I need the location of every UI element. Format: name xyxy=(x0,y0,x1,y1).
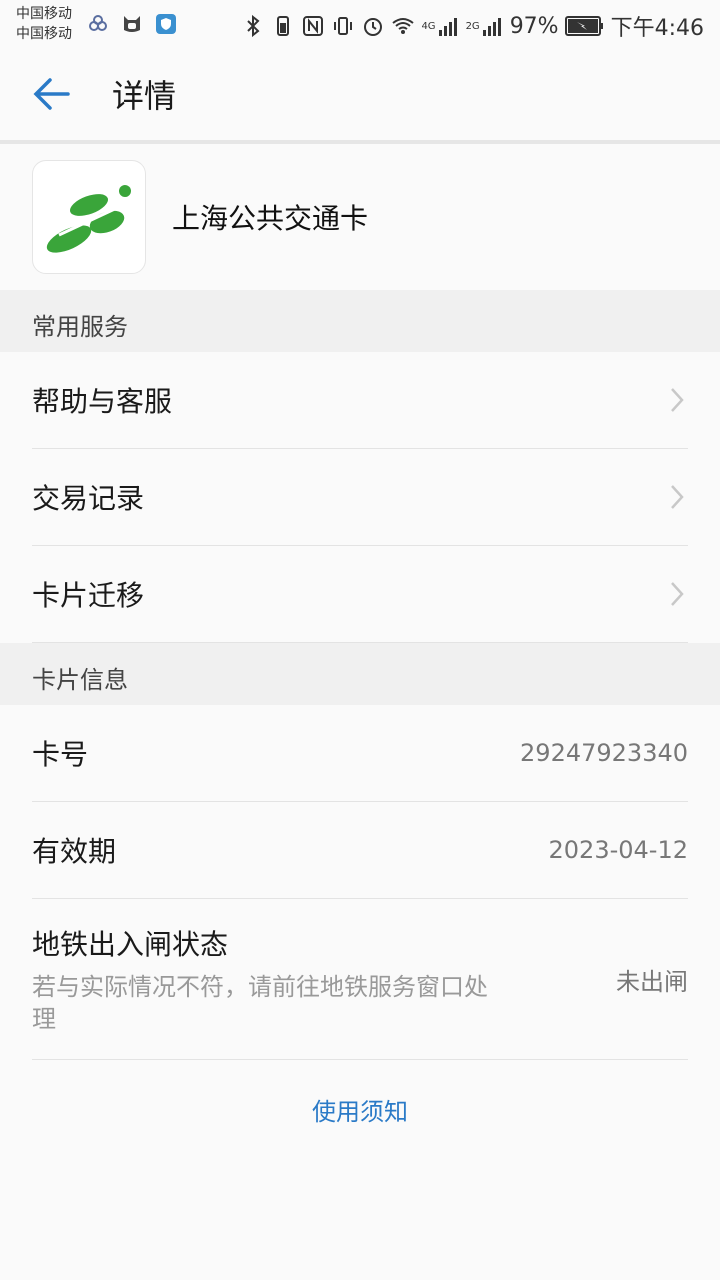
info-row-card-number: 卡号 29247923340 xyxy=(32,705,688,802)
card-name: 上海公共交通卡 xyxy=(172,202,369,235)
usage-notice-link[interactable]: 使用须知 xyxy=(0,1092,720,1127)
alarm-icon xyxy=(364,18,383,36)
signal-icon-2 xyxy=(482,18,501,36)
carrier-info: 中国移动 中国移动 xyxy=(16,4,72,44)
cloud-app-icon xyxy=(89,15,107,31)
card-summary: 上海公共交通卡 xyxy=(0,144,720,290)
network-type-1: 4G xyxy=(421,20,436,32)
chevron-right-icon xyxy=(671,582,684,606)
card-info-list: 卡号 29247923340 有效期 2023-04-12 地铁出入闸状态 若与… xyxy=(0,705,720,1060)
back-arrow-icon xyxy=(33,78,70,110)
carrier-1: 中国移动 xyxy=(16,6,72,22)
shield-app-icon xyxy=(156,14,176,34)
nfc-icon xyxy=(303,16,324,36)
service-label: 帮助与客服 xyxy=(32,385,173,418)
chevron-right-icon xyxy=(671,485,684,509)
bluetooth-icon xyxy=(247,14,260,38)
battery-percent: 97% xyxy=(509,13,559,39)
status-bar: 中国移动 中国移动 4G 2G 97% 下午4:46 xyxy=(0,0,720,48)
card-number-label: 卡号 xyxy=(32,738,89,771)
chevron-right-icon xyxy=(671,388,684,412)
expiry-label: 有效期 xyxy=(32,835,117,868)
info-row-gate-status: 地铁出入闸状态 若与实际情况不符，请前往地铁服务窗口处理 未出闸 xyxy=(32,899,688,1060)
battery-saver-icon xyxy=(277,16,290,36)
service-label: 卡片迁移 xyxy=(32,579,145,612)
section-header-card-info: 卡片信息 xyxy=(0,643,720,705)
battery-charging-icon xyxy=(564,16,603,36)
service-item-card-migration[interactable]: 卡片迁移 xyxy=(32,546,688,643)
back-button[interactable] xyxy=(32,48,112,140)
app-header: 详情 xyxy=(0,48,720,144)
service-label: 交易记录 xyxy=(32,482,145,515)
signal-icon-1 xyxy=(438,18,457,36)
info-row-expiry: 有效期 2023-04-12 xyxy=(32,802,688,899)
services-list: 帮助与客服 交易记录 卡片迁移 xyxy=(0,352,720,643)
clock: 下午4:46 xyxy=(610,16,704,41)
section-header-common-services: 常用服务 xyxy=(0,290,720,352)
cat-app-icon xyxy=(124,16,140,32)
service-item-transactions[interactable]: 交易记录 xyxy=(32,449,688,546)
gate-status-hint: 若与实际情况不符，请前往地铁服务窗口处理 xyxy=(32,973,488,1033)
expiry-value: 2023-04-12 xyxy=(548,836,688,864)
vibrate-icon xyxy=(334,17,353,35)
card-logo xyxy=(32,160,146,274)
notification-icons xyxy=(86,12,178,36)
network-type-2: 2G xyxy=(465,20,480,32)
wifi-icon xyxy=(392,18,415,34)
carrier-2: 中国移动 xyxy=(16,26,72,42)
gate-status-label: 地铁出入闸状态 xyxy=(32,928,229,961)
service-item-help[interactable]: 帮助与客服 xyxy=(32,352,688,449)
shanghai-transport-logo-icon xyxy=(46,185,131,253)
page-title: 详情 xyxy=(112,77,177,115)
system-status: 4G 2G 97% 下午4:46 xyxy=(241,10,704,42)
card-number-value: 29247923340 xyxy=(520,739,688,767)
gate-status-value: 未出闸 xyxy=(616,967,688,996)
